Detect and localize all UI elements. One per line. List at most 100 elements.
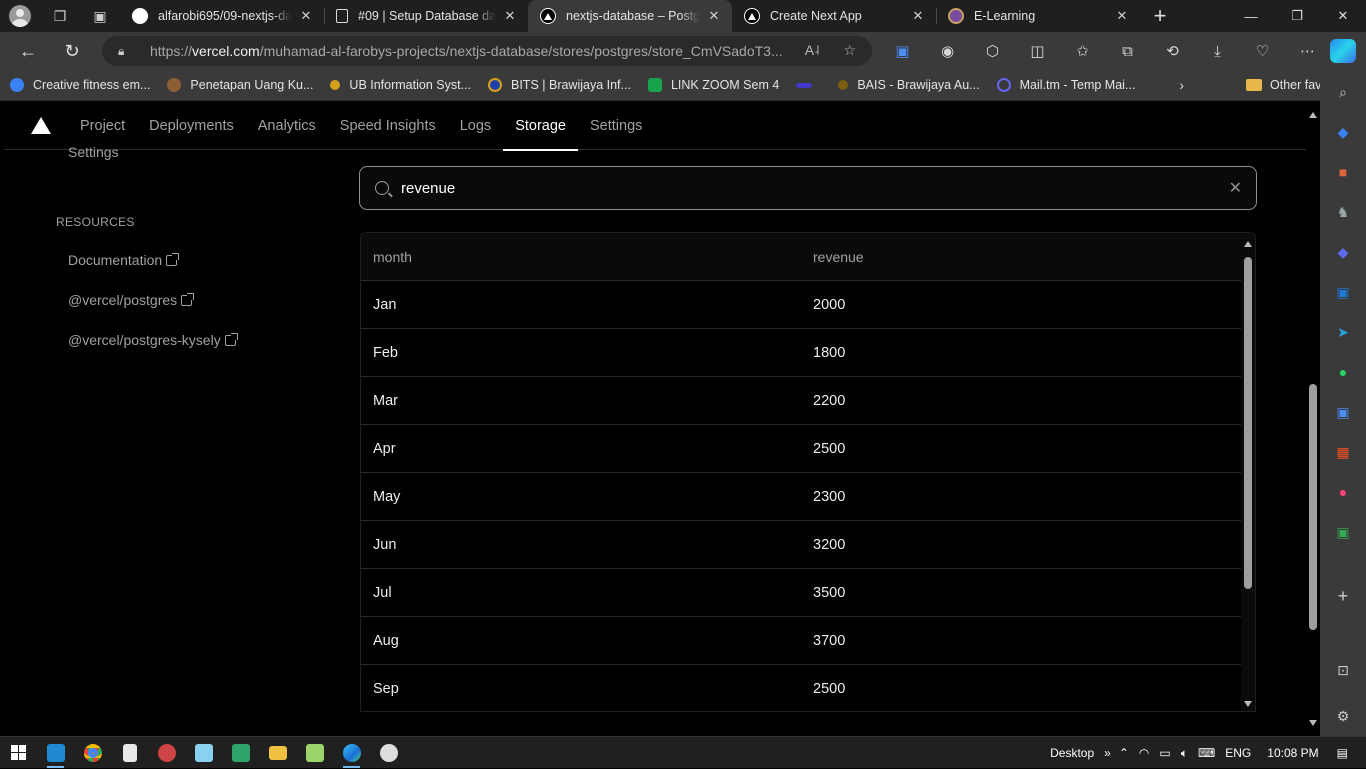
clock-time[interactable]: 10:08 PM <box>1267 746 1318 760</box>
vercel-logo-icon[interactable] <box>31 117 51 134</box>
nav-analytics[interactable]: Analytics <box>246 102 328 150</box>
nav-project[interactable]: Project <box>68 102 137 150</box>
table-scrollbar[interactable] <box>1241 233 1255 711</box>
battery-icon[interactable]: ▭ <box>1159 746 1170 760</box>
volume-icon[interactable]: 🔈︎ <box>1181 746 1188 761</box>
read-aloud-icon[interactable]: A˨ <box>805 42 820 59</box>
browser-tab-github[interactable]: alfarobi695/09-nextjs-data ✕ <box>120 0 324 32</box>
profile-avatar[interactable] <box>0 0 40 32</box>
close-tab-icon[interactable]: ✕ <box>502 8 518 24</box>
table-row[interactable]: Apr 2500 <box>361 425 1241 473</box>
vscode-app[interactable] <box>37 737 74 769</box>
bookmark-item[interactable]: Mail.tm - Temp Mai... <box>996 78 1135 92</box>
tab-actions-icon[interactable]: ▣ <box>80 0 120 32</box>
brain-icon[interactable]: ● <box>1333 482 1353 502</box>
table-row[interactable]: Sep 2500 <box>361 665 1241 711</box>
shopping-tag-icon[interactable]: ◆ <box>1333 122 1353 142</box>
split-screen-icon[interactable]: ◫ <box>1015 42 1060 60</box>
extensions-icon[interactable]: ⬡ <box>970 42 1015 60</box>
wifi-icon[interactable]: ◠ <box>1139 746 1149 760</box>
tool-app[interactable] <box>148 737 185 769</box>
table-row[interactable]: Jun 3200 <box>361 521 1241 569</box>
scroll-down-icon[interactable] <box>1309 720 1317 726</box>
file-explorer-app[interactable] <box>259 737 296 769</box>
close-tab-icon[interactable]: ✕ <box>910 8 926 24</box>
clock-app[interactable] <box>370 737 407 769</box>
close-tab-icon[interactable]: ✕ <box>706 8 722 24</box>
browser-tab-elearning[interactable]: E-Learning ✕ <box>936 0 1140 32</box>
more-menu-icon[interactable]: ⋯ <box>1285 42 1330 60</box>
table-row[interactable]: May 2300 <box>361 473 1241 521</box>
tools-icon[interactable]: ■ <box>1333 162 1353 182</box>
history-icon[interactable]: ⟲ <box>1150 42 1195 60</box>
documentation-link[interactable]: Documentation <box>68 252 180 268</box>
notes-app[interactable] <box>185 737 222 769</box>
page-scrollbar[interactable] <box>1306 102 1320 736</box>
nav-storage[interactable]: Storage <box>503 102 578 151</box>
table-row[interactable]: Aug 3700 <box>361 617 1241 665</box>
restore-icon[interactable]: ❐ <box>1274 0 1320 32</box>
scrollbar-thumb[interactable] <box>1309 384 1317 630</box>
browser-tab-document[interactable]: #09 | Setup Database dan ✕ <box>324 0 528 32</box>
copilot-icon[interactable] <box>1330 39 1356 63</box>
nav-settings[interactable]: Settings <box>578 102 654 150</box>
nav-speed-insights[interactable]: Speed Insights <box>328 102 448 150</box>
browser-tab-next-app[interactable]: Create Next App ✕ <box>732 0 936 32</box>
vercel-postgres-link[interactable]: @vercel/postgres <box>68 292 195 308</box>
browser-tab-vercel[interactable]: nextjs-database – Postgres ✕ <box>528 0 732 32</box>
column-header-month[interactable]: month <box>361 249 801 265</box>
bookmark-item[interactable]: BITS | Brawijaya Inf... <box>488 78 631 92</box>
bookmark-item[interactable]: Penetapan Uang Ku... <box>167 78 313 92</box>
back-arrow-icon[interactable]: ← <box>6 32 50 70</box>
notepad-app[interactable] <box>111 737 148 769</box>
nav-deployments[interactable]: Deployments <box>137 102 246 150</box>
edge-app[interactable] <box>333 737 370 769</box>
whatsapp-icon[interactable]: ● <box>1333 362 1353 382</box>
start-button[interactable] <box>0 737 37 769</box>
scroll-down-icon[interactable] <box>1244 701 1252 707</box>
scrollbar-thumb[interactable] <box>1244 257 1252 589</box>
games-icon[interactable]: ♞ <box>1333 202 1353 222</box>
favorites-icon[interactable]: ✩ <box>1060 42 1105 60</box>
minimize-icon[interactable]: — <box>1228 0 1274 32</box>
table-row[interactable]: Jul 3500 <box>361 569 1241 617</box>
terminal-app[interactable] <box>222 737 259 769</box>
add-app-icon[interactable]: + <box>1333 586 1353 606</box>
close-tab-icon[interactable]: ✕ <box>298 8 314 24</box>
url-bar[interactable]: 🔒︎ https://vercel.com/muhamad-al-farobys… <box>102 36 872 66</box>
favorite-star-icon[interactable]: ☆ <box>843 42 856 59</box>
table-row[interactable]: Feb 1800 <box>361 329 1241 377</box>
table-row[interactable]: Mar 2200 <box>361 377 1241 425</box>
keyboard-icon[interactable]: ⌨ <box>1198 746 1215 760</box>
close-tab-icon[interactable]: ✕ <box>1114 8 1130 24</box>
chevron-icon[interactable]: » <box>1104 746 1111 760</box>
bookmark-item[interactable]: UB Information Syst... <box>330 78 471 92</box>
office-icon[interactable]: ▦ <box>1333 442 1353 462</box>
search-input[interactable] <box>401 179 1201 197</box>
copilot-app-icon[interactable]: ◆ <box>1333 242 1353 262</box>
chrome-app[interactable] <box>74 737 111 769</box>
telegram-icon[interactable]: ➤ <box>1333 322 1353 342</box>
scroll-up-icon[interactable] <box>1309 112 1317 118</box>
language-indicator[interactable]: ENG <box>1225 746 1251 760</box>
table-row[interactable]: Jan 2000 <box>361 281 1241 329</box>
bookmark-item[interactable]: LINK ZOOM Sem 4 <box>647 78 779 92</box>
performance-icon[interactable]: ♡ <box>1240 42 1285 60</box>
translate-icon[interactable]: ▣ <box>880 42 925 60</box>
notifications-icon[interactable]: ▤ <box>1337 746 1348 760</box>
vercel-postgres-kysely-link[interactable]: @vercel/postgres-kysely <box>68 332 238 348</box>
bookmark-item[interactable]: BAIS - Brawijaya Au... <box>838 78 980 92</box>
clear-search-icon[interactable]: ✕ <box>1229 178 1242 198</box>
refresh-icon[interactable]: ↻ <box>50 32 94 70</box>
sidebar-settings-link[interactable]: Settings <box>68 144 119 160</box>
search-icon[interactable]: ⌕ <box>1333 82 1353 102</box>
bookmarks-overflow-icon[interactable]: › <box>1179 77 1184 93</box>
settings-gear-icon[interactable]: ⚙ <box>1333 706 1353 726</box>
camera-icon[interactable]: ◉ <box>925 42 970 60</box>
outlook-icon[interactable]: ▣ <box>1333 282 1353 302</box>
collections-icon[interactable]: ⧉ <box>1105 43 1150 60</box>
downloads-icon[interactable]: ⤓ <box>1195 43 1240 60</box>
scroll-up-icon[interactable] <box>1244 241 1252 247</box>
sidebar-layout-icon[interactable]: ⊡ <box>1333 660 1353 680</box>
show-hidden-icons-icon[interactable]: ⌃ <box>1119 746 1129 760</box>
